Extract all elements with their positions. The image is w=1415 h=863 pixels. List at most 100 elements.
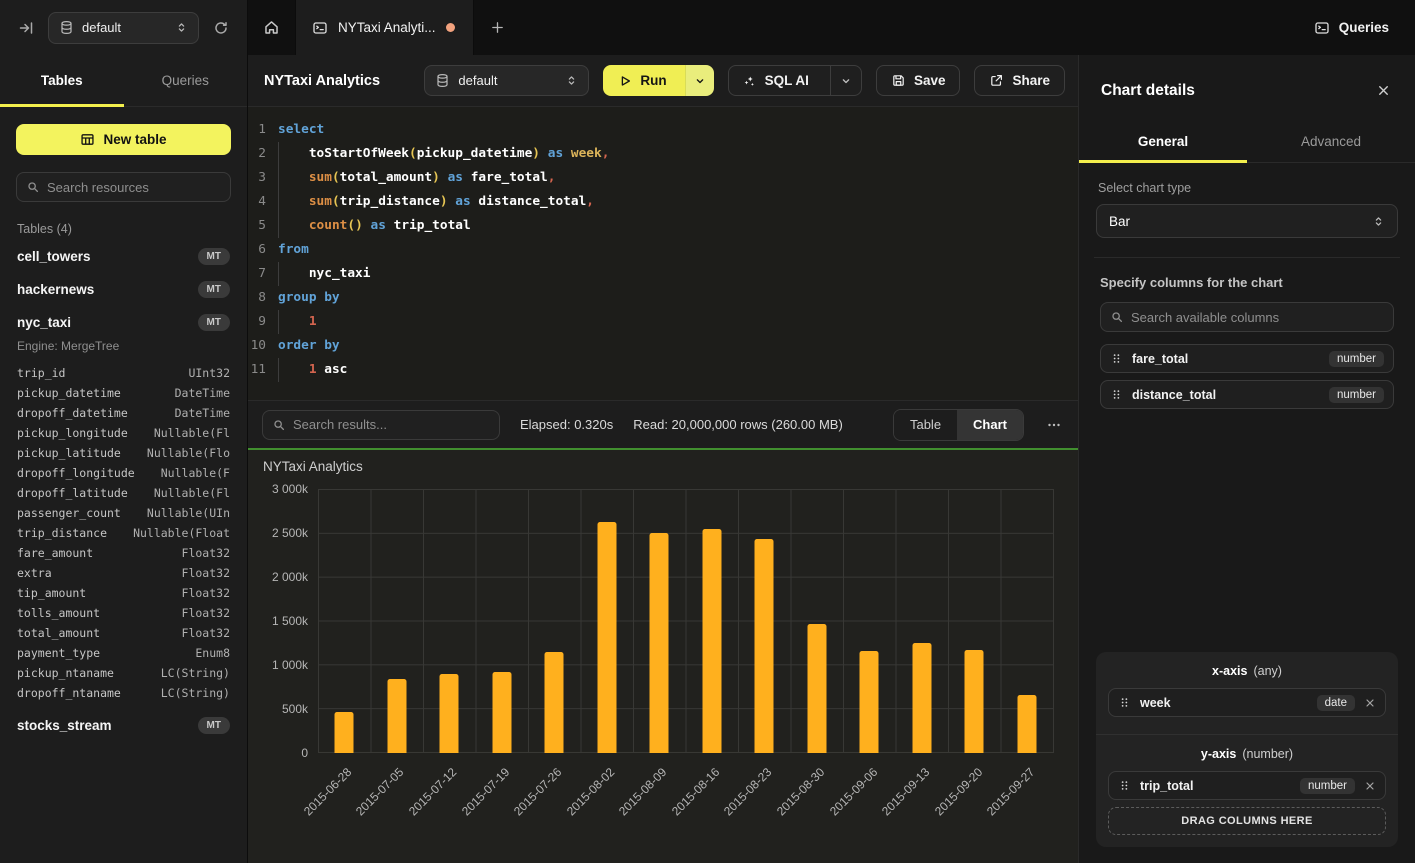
column-item: total_amountFloat32 (17, 623, 230, 643)
tables-list: cell_towersMThackernewsMTnyc_taxiMTEngin… (16, 240, 231, 742)
queries-button[interactable]: Queries (1288, 0, 1415, 55)
remove-column-icon[interactable] (1364, 780, 1376, 792)
sql-ai-button[interactable]: SQL AI (728, 65, 862, 96)
drag-handle-icon[interactable] (1118, 779, 1131, 792)
columns-section-label: Specify columns for the chart (1100, 275, 1398, 290)
column-item: dropoff_ntanameLC(String) (17, 683, 230, 703)
table-name: hackernews (17, 282, 94, 297)
run-button-main[interactable]: Run (603, 65, 684, 96)
view-toggle-chart[interactable]: Chart (957, 410, 1023, 440)
column-type: Float32 (182, 623, 230, 643)
refresh-icon (213, 20, 229, 36)
table-item[interactable]: stocks_streamMT (16, 709, 231, 742)
query-title: NYTaxi Analytics (264, 73, 380, 89)
code-text: 1 asc (278, 358, 347, 382)
y-axis-hint: (number) (1242, 747, 1293, 761)
chart-title: NYTaxi Analytics (263, 459, 363, 474)
remove-column-icon[interactable] (1364, 697, 1376, 709)
available-column-chip[interactable]: distance_totalnumber (1100, 380, 1394, 409)
collapse-sidebar-button[interactable] (14, 16, 38, 40)
columns-search-input[interactable] (1131, 310, 1384, 325)
sql-editor[interactable]: 1select2 toStartOfWeek(pickup_datetime) … (248, 107, 1078, 400)
column-name: pickup_ntaname (17, 663, 114, 683)
tab-nytaxi-analytics[interactable]: NYTaxi Analyti... (295, 0, 474, 55)
chart-bar[interactable] (912, 643, 931, 753)
chart-bar[interactable] (335, 712, 354, 753)
line-number: 11 (248, 358, 278, 382)
play-icon (618, 74, 632, 88)
drag-handle-icon[interactable] (1118, 696, 1131, 709)
available-column-chip[interactable]: fare_totalnumber (1100, 344, 1394, 373)
home-button[interactable] (248, 0, 295, 55)
sidebar-tab-tables[interactable]: Tables (0, 55, 124, 106)
close-panel-button[interactable] (1374, 81, 1393, 100)
sidebar-tab-queries[interactable]: Queries (124, 55, 248, 106)
engine-badge: MT (198, 717, 230, 734)
chart-bar[interactable] (1017, 695, 1036, 753)
chip-column-name: trip_total (1140, 779, 1291, 793)
share-button[interactable]: Share (974, 65, 1065, 96)
console-icon (1314, 20, 1330, 36)
code-line: 8group by (248, 286, 1078, 310)
toolbar-database-selector[interactable]: default (424, 65, 589, 96)
chart-bar[interactable] (650, 533, 669, 753)
chart-bar[interactable] (492, 672, 511, 753)
line-number: 10 (248, 334, 278, 358)
table-item[interactable]: hackernewsMT (16, 273, 231, 306)
column-name: tip_amount (17, 583, 86, 603)
results-search-input[interactable] (293, 417, 490, 432)
y-axis-column-chip[interactable]: trip_totalnumber (1108, 771, 1386, 800)
sql-ai-main[interactable]: SQL AI (729, 73, 822, 88)
chart-bar[interactable] (545, 652, 564, 753)
x-axis-column-chip[interactable]: weekdate (1108, 688, 1386, 717)
more-options-button[interactable] (1044, 413, 1064, 437)
chart-bar[interactable] (440, 674, 459, 753)
save-button[interactable]: Save (876, 65, 961, 96)
chart-type-select[interactable]: Bar (1096, 204, 1398, 238)
y-axis-label: y-axis (1201, 747, 1236, 761)
ellipsis-icon (1046, 417, 1062, 433)
drag-columns-dropzone[interactable]: DRAG COLUMNS HERE (1108, 807, 1386, 835)
x-tick-label: 2015-08-02 (564, 765, 617, 818)
chart-bar[interactable] (860, 651, 879, 753)
chart-bar[interactable] (807, 624, 826, 753)
column-item: dropoff_longitude Nullable(F (17, 463, 230, 483)
chart-bar[interactable] (702, 529, 721, 753)
view-toggle-table[interactable]: Table (894, 410, 957, 440)
table-item[interactable]: cell_towersMT (16, 240, 231, 273)
x-axis-label: x-axis (1212, 664, 1247, 678)
new-table-label: New table (103, 132, 166, 147)
column-item: trip_idUInt32 (17, 363, 230, 383)
chart-bar[interactable] (387, 679, 406, 753)
chart-bar[interactable] (597, 522, 616, 753)
drag-handle-icon[interactable] (1110, 388, 1123, 401)
chart-plot (318, 489, 1054, 753)
new-tab-button[interactable] (474, 0, 522, 55)
sql-ai-caret[interactable] (830, 66, 861, 95)
code-line: 2 toStartOfWeek(pickup_datetime) as week… (248, 142, 1078, 166)
chart-bar[interactable] (965, 650, 984, 753)
home-icon (263, 19, 280, 36)
new-table-button[interactable]: New table (16, 124, 231, 155)
view-toggle: Table Chart (893, 409, 1024, 441)
line-number: 1 (248, 118, 278, 142)
tab-advanced[interactable]: Advanced (1247, 120, 1415, 162)
drag-handle-icon[interactable] (1110, 352, 1123, 365)
run-button[interactable]: Run (603, 65, 713, 96)
read-stat: Read: 20,000,000 rows (260.00 MB) (633, 417, 843, 432)
collapse-sidebar-icon (18, 20, 34, 36)
refresh-button[interactable] (209, 16, 233, 40)
run-options-caret[interactable] (685, 65, 714, 96)
column-type: Nullable(Float (133, 523, 230, 543)
table-item[interactable]: nyc_taxiMT (16, 306, 231, 339)
elapsed-stat: Elapsed: 0.320s (520, 417, 613, 432)
column-type: Nullable(F (161, 463, 230, 483)
database-selector[interactable]: default (48, 12, 199, 44)
x-tick-label: 2015-07-26 (511, 765, 564, 818)
resource-search-input[interactable] (47, 180, 223, 195)
tab-general[interactable]: General (1079, 120, 1247, 162)
chart-bar[interactable] (755, 539, 774, 753)
chip-type-badge: date (1317, 695, 1355, 711)
column-name: dropoff_longitude (17, 463, 135, 483)
unsaved-dot-icon (446, 23, 455, 32)
